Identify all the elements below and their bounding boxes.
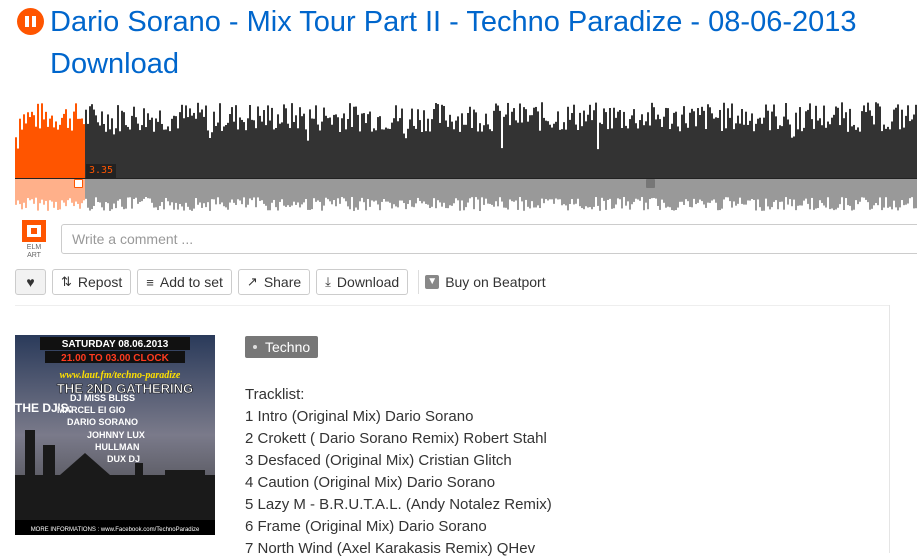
artwork-footer: MORE INFORMATIONS : www.Facebook.com/Tec… xyxy=(31,527,200,533)
repost-label: Repost xyxy=(77,274,123,290)
share-label: Share xyxy=(263,274,302,290)
comment-marker[interactable] xyxy=(646,179,655,188)
pause-icon xyxy=(25,16,29,27)
artwork-dj: DJ MISS BLISS xyxy=(70,393,135,403)
comment-marker[interactable] xyxy=(74,179,83,188)
tracklist-item: 4 Caution (Original Mix) Dario Sorano xyxy=(245,474,496,491)
tracklist-item: 6 Frame (Original Mix) Dario Sorano xyxy=(245,518,487,535)
artwork-dj: HULLMAN xyxy=(95,442,140,452)
share-button[interactable]: ↗ Share xyxy=(237,269,311,295)
action-divider xyxy=(418,270,420,294)
comment-row: ELM ART xyxy=(15,216,917,258)
repost-icon: ⇅ xyxy=(61,274,72,289)
artwork-dj: MARCEL EI GIO xyxy=(57,405,125,415)
svg-text:ELM: ELM xyxy=(27,244,42,251)
add-to-set-button[interactable]: ≡ Add to set xyxy=(137,269,232,295)
buy-beatport-link[interactable]: ▼ Buy on Beatport xyxy=(425,274,546,290)
title-row: Dario Sorano - Mix Tour Part II - Techno… xyxy=(0,0,917,90)
tracklist-heading: Tracklist: xyxy=(245,386,305,403)
genre-tag[interactable]: Techno xyxy=(245,336,319,358)
artwork-dj: DUX DJ xyxy=(107,454,140,464)
svg-text:ART: ART xyxy=(27,252,42,258)
tracklist-item: 2 Crokett ( Dario Sorano Remix) Robert S… xyxy=(245,430,547,447)
sidebar-divider xyxy=(889,305,890,553)
current-time-badge: 3.35 xyxy=(86,164,117,178)
artwork-image[interactable]: SATURDAY 08.06.2013 21.00 TO 03.00 CLOCK… xyxy=(15,335,215,535)
waveform[interactable] xyxy=(15,100,917,212)
add-to-set-icon: ≡ xyxy=(146,274,154,290)
artwork-dj: JOHNNY LUX xyxy=(87,430,145,440)
comment-input[interactable] xyxy=(61,224,917,254)
waveform-graphic[interactable] xyxy=(15,100,917,212)
artwork-date: SATURDAY 08.06.2013 xyxy=(62,339,169,350)
track-title[interactable]: Dario Sorano - Mix Tour Part II - Techno… xyxy=(50,1,917,85)
repost-button[interactable]: ⇅ Repost xyxy=(52,269,132,295)
add-to-set-label: Add to set xyxy=(159,274,223,290)
artwork-time: 21.00 TO 03.00 CLOCK xyxy=(61,353,169,364)
pause-button[interactable] xyxy=(17,8,44,35)
download-icon: ⤓ xyxy=(325,274,331,289)
track-artwork[interactable]: SATURDAY 08.06.2013 21.00 TO 03.00 CLOCK… xyxy=(15,335,215,535)
download-label: Download xyxy=(336,274,400,290)
like-button[interactable]: ♥ xyxy=(15,269,46,295)
buy-icon: ▼ xyxy=(425,275,440,289)
tracklist-item: 7 North Wind (Axel Karakasis Remix) QHev xyxy=(245,540,536,557)
tracklist-item: 5 Lazy M - B.R.U.T.A.L. (Andy Notalez Re… xyxy=(245,496,552,513)
section-divider xyxy=(15,305,889,306)
artwork-url: www.laut.fm/techno-paradize xyxy=(60,370,181,381)
action-bar: ♥ ⇅ Repost ≡ Add to set ↗ Share ⤓ Downlo… xyxy=(15,268,546,296)
buy-label: Buy on Beatport xyxy=(445,274,546,290)
download-button[interactable]: ⤓ Download xyxy=(316,269,409,295)
track-description: Tracklist: 1 Intro (Original Mix) Dario … xyxy=(245,384,885,560)
artwork-dj: DARIO SORANO xyxy=(67,417,138,427)
track-title-line2[interactable]: Download xyxy=(50,43,917,85)
share-icon: ↗ xyxy=(246,274,258,289)
user-avatar[interactable]: ELM ART xyxy=(22,220,46,258)
tracklist-item: 3 Desfaced (Original Mix) Cristian Glitc… xyxy=(245,452,512,469)
tracklist-item: 1 Intro (Original Mix) Dario Sorano xyxy=(245,408,474,425)
heart-icon: ♥ xyxy=(26,274,35,290)
track-title-line1[interactable]: Dario Sorano - Mix Tour Part II - Techno… xyxy=(50,6,857,38)
